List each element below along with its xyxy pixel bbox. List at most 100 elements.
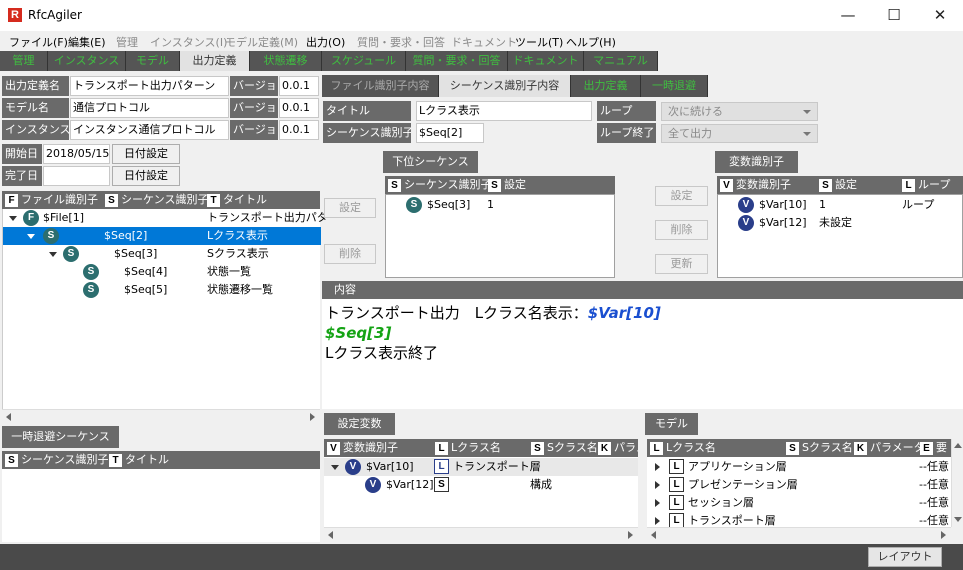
- sub-seq-delete-button[interactable]: 削除: [324, 244, 376, 264]
- scroll-up-icon[interactable]: [954, 443, 962, 448]
- expand-icon[interactable]: [655, 517, 660, 525]
- maximize-button[interactable]: ☐: [871, 0, 917, 31]
- seq-title-field[interactable]: Lクラス表示: [416, 101, 592, 121]
- menu-model-def[interactable]: モデル定義(M): [225, 34, 298, 50]
- instance-name-field[interactable]: インスタンス通信プロトコル: [70, 120, 229, 140]
- menu-help[interactable]: ヘルプ(H): [566, 34, 616, 50]
- model-col-sclass[interactable]: Sクラス名: [802, 441, 853, 454]
- tab-instance[interactable]: インスタンス: [48, 51, 126, 71]
- end-date-set-button[interactable]: 日付設定: [112, 166, 180, 186]
- var-id-tab[interactable]: 変数識別子: [715, 151, 798, 173]
- scroll-right-icon[interactable]: [941, 531, 946, 539]
- menu-tools[interactable]: ツール(T): [515, 34, 563, 50]
- expand-icon[interactable]: [655, 481, 660, 489]
- sub-col-setting[interactable]: 設定: [504, 178, 526, 191]
- collapse-icon[interactable]: [331, 465, 339, 470]
- tab-temp[interactable]: 一時退避: [641, 75, 708, 97]
- model-col-req[interactable]: 要: [936, 441, 947, 454]
- var-set-button[interactable]: 設定: [655, 186, 708, 206]
- tab-output-def[interactable]: 出力定義: [180, 51, 250, 71]
- scroll-right-icon[interactable]: [628, 531, 633, 539]
- model-row[interactable]: L セッション層 --任意: [647, 494, 951, 512]
- model-row[interactable]: L トランスポート層 --任意: [647, 512, 951, 527]
- tree-col-title[interactable]: タイトル: [223, 193, 267, 206]
- content-editor[interactable]: トランスポート出力 Lクラス名表示：$Var[10] $Seq[3] Lクラス表…: [322, 299, 963, 409]
- menu-document[interactable]: ドキュメント: [451, 34, 517, 50]
- menu-manage[interactable]: 管理: [116, 34, 138, 50]
- expand-icon[interactable]: [655, 463, 660, 471]
- model-hscrollbar[interactable]: [647, 527, 951, 541]
- close-button[interactable]: ✕: [917, 0, 963, 31]
- var-id-row[interactable]: V $Var[10] 1 ループ: [718, 196, 962, 214]
- tab-manage[interactable]: 管理: [0, 51, 48, 71]
- setvar-col-param[interactable]: パラメ: [614, 441, 638, 454]
- model-name-field[interactable]: 通信プロトコル: [70, 98, 229, 118]
- scroll-left-icon[interactable]: [6, 413, 11, 421]
- temp-seq-tab[interactable]: 一時退避シーケンス: [2, 426, 119, 448]
- minimize-button[interactable]: —: [825, 0, 871, 31]
- var-col-id[interactable]: 変数識別子: [736, 178, 791, 191]
- var-update-button[interactable]: 更新: [655, 254, 708, 274]
- tab-output-def-right[interactable]: 出力定義: [571, 75, 641, 97]
- tree-row-seq5[interactable]: S $Seq[5] 状態遷移一覧: [3, 281, 321, 299]
- sub-seq-tab[interactable]: 下位シーケンス: [383, 151, 478, 173]
- tree-col-file-id[interactable]: ファイル識別子: [21, 193, 98, 206]
- tree-row-seq4[interactable]: S $Seq[4] 状態一覧: [3, 263, 321, 281]
- menu-instance[interactable]: インスタンス(I): [150, 34, 227, 50]
- scroll-right-icon[interactable]: [310, 413, 315, 421]
- setvar-col-id[interactable]: 変数識別子: [343, 441, 398, 454]
- loop-select[interactable]: 次に続ける: [661, 102, 818, 121]
- menu-output[interactable]: 出力(O): [306, 34, 345, 50]
- end-date-field[interactable]: [43, 166, 110, 186]
- scroll-left-icon[interactable]: [651, 531, 656, 539]
- tree-row-seq3[interactable]: S $Seq[3] Sクラス表示: [3, 245, 321, 263]
- setvar-col-lclass[interactable]: Lクラス名: [451, 441, 501, 454]
- model-row[interactable]: L アプリケーション層 --任意: [647, 458, 951, 476]
- var-id-row[interactable]: V $Var[12] 未設定: [718, 214, 962, 232]
- setting-vars-tab[interactable]: 設定変数: [324, 413, 395, 435]
- setvar-col-sclass[interactable]: Sクラス名: [547, 441, 598, 454]
- layout-button[interactable]: レイアウト: [868, 547, 942, 567]
- collapse-icon[interactable]: [9, 216, 17, 221]
- menu-edit[interactable]: 編集(E): [68, 34, 106, 50]
- setvar-row[interactable]: V $Var[10] L トランスポート層: [324, 458, 638, 476]
- seq-id-field[interactable]: $Seq[2]: [416, 123, 484, 143]
- tab-model[interactable]: モデル: [126, 51, 180, 71]
- tab-manual[interactable]: マニュアル: [584, 51, 658, 71]
- loop-end-select[interactable]: 全て出力: [661, 124, 818, 143]
- expand-icon[interactable]: [655, 499, 660, 507]
- model-tab[interactable]: モデル: [645, 413, 698, 435]
- var-col-loop[interactable]: ループ: [918, 178, 950, 191]
- collapse-icon[interactable]: [49, 252, 57, 257]
- temp-col-seq-id[interactable]: シーケンス識別子: [21, 453, 108, 466]
- model-col-lclass[interactable]: Lクラス名: [666, 441, 716, 454]
- tab-qa[interactable]: 質問・要求・回答: [406, 51, 508, 71]
- tab-seq-id-content[interactable]: シーケンス識別子内容: [439, 75, 571, 97]
- var-delete-button[interactable]: 削除: [655, 220, 708, 240]
- setvar-row[interactable]: V $Var[12] S 構成: [324, 476, 638, 494]
- setvar-hscrollbar[interactable]: [324, 527, 638, 541]
- tree-col-seq-id[interactable]: シーケンス識別子: [121, 193, 208, 206]
- version-field-3[interactable]: 0.0.1: [279, 120, 319, 140]
- tree-hscrollbar[interactable]: [2, 409, 320, 423]
- tab-schedule[interactable]: スケジュール: [322, 51, 406, 71]
- var-col-setting[interactable]: 設定: [835, 178, 857, 191]
- output-def-field[interactable]: トランスポート出力パターン: [70, 76, 229, 96]
- scroll-left-icon[interactable]: [328, 531, 333, 539]
- menu-file[interactable]: ファイル(F): [9, 34, 68, 50]
- model-row[interactable]: L プレゼンテーション層 --任意: [647, 476, 951, 494]
- model-vscrollbar[interactable]: [951, 439, 963, 527]
- tab-file-id-content[interactable]: ファイル識別子内容: [322, 75, 439, 97]
- start-date-field[interactable]: 2018/05/15: [43, 144, 110, 164]
- sub-seq-set-button[interactable]: 設定: [324, 198, 376, 218]
- tree-row-file1[interactable]: F $File[1] トランスポート出力パター: [3, 209, 339, 227]
- temp-col-title[interactable]: タイトル: [125, 453, 169, 466]
- tab-state-transition[interactable]: 状態遷移: [250, 51, 322, 71]
- collapse-icon[interactable]: [27, 234, 35, 239]
- scroll-down-icon[interactable]: [954, 517, 962, 522]
- version-field-2[interactable]: 0.0.1: [279, 98, 319, 118]
- sub-col-seq-id[interactable]: シーケンス識別子: [404, 178, 491, 191]
- tree-row-seq2[interactable]: S $Seq[2] Lクラス表示: [3, 227, 321, 245]
- menu-qa[interactable]: 質問・要求・回答: [357, 34, 445, 50]
- start-date-set-button[interactable]: 日付設定: [112, 144, 180, 164]
